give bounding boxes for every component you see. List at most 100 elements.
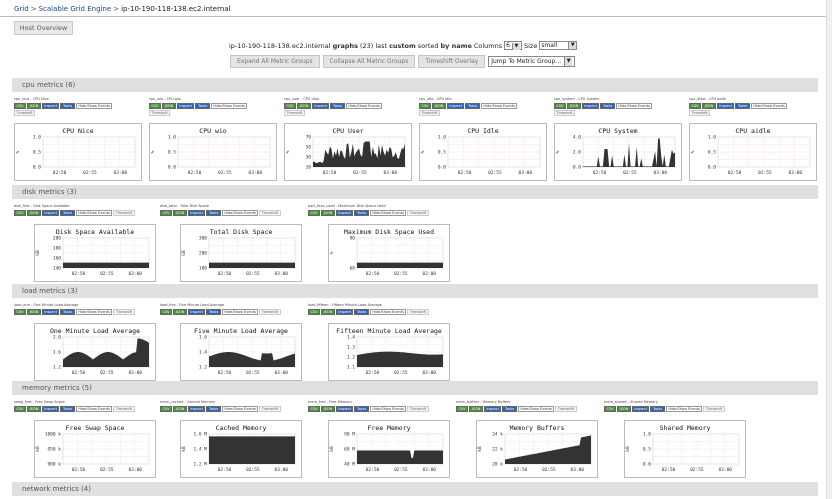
- tasks-button[interactable]: Tasks: [465, 103, 480, 109]
- json-button[interactable]: JSON: [321, 210, 335, 216]
- timeshift-button[interactable]: Timeshift: [113, 309, 135, 315]
- metric-graph[interactable]: Disk Space Available 200 180 160 140 GB 02:50 0…: [34, 224, 156, 282]
- csv-button[interactable]: CSV: [308, 406, 321, 412]
- csv-button[interactable]: CSV: [160, 309, 173, 315]
- inspect-button[interactable]: Inspect: [631, 406, 650, 412]
- timeshift-button[interactable]: Timeshift: [555, 406, 577, 412]
- json-button[interactable]: JSON: [469, 406, 483, 412]
- metric-graph[interactable]: Cached Memory 1.6 M 1.4 M 1.2 MkB 02:50 02:55…: [180, 420, 302, 478]
- collapse-all-button[interactable]: Collapse All Metric Groups: [322, 55, 416, 68]
- json-button[interactable]: JSON: [173, 406, 187, 412]
- metric-graph[interactable]: Shared Memory 1.0 0.5 0.0 kB 02:50 02:55 03:00: [624, 420, 746, 478]
- json-button[interactable]: JSON: [27, 406, 41, 412]
- metric-group-header[interactable]: disk metrics (3): [12, 185, 818, 199]
- json-button[interactable]: JSON: [162, 103, 176, 109]
- inspect-button[interactable]: Inspect: [187, 309, 206, 315]
- jump-to-metric-group-select[interactable]: Jump To Metric Group... ▼: [488, 56, 576, 67]
- hide-show-events-button[interactable]: Hide/Show Events: [750, 103, 788, 109]
- inspect-button[interactable]: Inspect: [446, 103, 465, 109]
- csv-button[interactable]: CSV: [149, 103, 162, 109]
- hide-show-events-button[interactable]: Hide/Show Events: [75, 103, 113, 109]
- csv-button[interactable]: CSV: [308, 210, 321, 216]
- breadcrumb-engine-link[interactable]: Scalable Grid Engine: [39, 5, 112, 13]
- timeshift-button[interactable]: Timeshift: [259, 406, 281, 412]
- timeshift-button[interactable]: Timeshift: [407, 210, 429, 216]
- scrollbar[interactable]: [826, 0, 832, 499]
- hide-show-events-button[interactable]: Hide/Show Events: [75, 309, 113, 315]
- expand-all-button[interactable]: Expand All Metric Groups: [230, 55, 320, 68]
- timeshift-button[interactable]: Timeshift: [703, 406, 725, 412]
- timeshift-button[interactable]: Timeshift: [689, 110, 711, 116]
- timeshift-button[interactable]: Timeshift: [113, 210, 135, 216]
- timeshift-button[interactable]: Timeshift: [259, 309, 281, 315]
- tasks-button[interactable]: Tasks: [60, 406, 75, 412]
- tasks-button[interactable]: Tasks: [206, 309, 221, 315]
- tasks-button[interactable]: Tasks: [354, 210, 369, 216]
- hide-show-events-button[interactable]: Hide/Show Events: [480, 103, 518, 109]
- csv-button[interactable]: CSV: [419, 103, 432, 109]
- csv-button[interactable]: CSV: [284, 103, 297, 109]
- timeshift-button[interactable]: Timeshift: [259, 210, 281, 216]
- json-button[interactable]: JSON: [567, 103, 581, 109]
- json-button[interactable]: JSON: [702, 103, 716, 109]
- metric-graph[interactable]: Maximum Disk Space Used 90 60% 02:50 02:55 03…: [328, 224, 450, 282]
- metric-graph[interactable]: CPU aidle 1.0 0.5 0.0% 02:50 02:55 03:00: [689, 123, 817, 181]
- metric-graph[interactable]: Free Memory 90 M 60 M 40 MkB 02:50 02:55 03:00: [328, 420, 450, 478]
- inspect-button[interactable]: Inspect: [311, 103, 330, 109]
- size-select[interactable]: small ▼: [539, 41, 578, 50]
- hide-show-events-button[interactable]: Hide/Show Events: [75, 210, 113, 216]
- tasks-button[interactable]: Tasks: [60, 103, 75, 109]
- timeshift-button[interactable]: Timeshift: [419, 110, 441, 116]
- timeshift-button[interactable]: Timeshift: [113, 406, 135, 412]
- json-button[interactable]: JSON: [321, 406, 335, 412]
- json-button[interactable]: JSON: [27, 309, 41, 315]
- inspect-button[interactable]: Inspect: [581, 103, 600, 109]
- timeshift-overlay-button[interactable]: Timeshift Overlay: [418, 55, 486, 68]
- inspect-button[interactable]: Inspect: [716, 103, 735, 109]
- inspect-button[interactable]: Inspect: [41, 103, 60, 109]
- json-button[interactable]: JSON: [321, 309, 335, 315]
- csv-button[interactable]: CSV: [14, 406, 27, 412]
- metric-graph[interactable]: Total Disk Space 300 200 100 GB 02:50 02:55 03:…: [180, 224, 302, 282]
- tasks-button[interactable]: Tasks: [502, 406, 517, 412]
- metric-graph[interactable]: CPU Nice 1.0 0.5 0.0% 02:50 02:55 03:00: [14, 123, 142, 181]
- hide-show-events-button[interactable]: Hide/Show Events: [665, 406, 703, 412]
- tasks-button[interactable]: Tasks: [60, 210, 75, 216]
- metric-group-header[interactable]: cpu metrics (6): [12, 78, 818, 92]
- inspect-button[interactable]: Inspect: [41, 309, 60, 315]
- hide-show-events-button[interactable]: Hide/Show Events: [369, 210, 407, 216]
- tasks-button[interactable]: Tasks: [354, 406, 369, 412]
- columns-select[interactable]: 6 ▼: [504, 41, 522, 50]
- timeshift-button[interactable]: Timeshift: [149, 110, 171, 116]
- hide-show-events-button[interactable]: Hide/Show Events: [517, 406, 555, 412]
- csv-button[interactable]: CSV: [456, 406, 469, 412]
- timeshift-button[interactable]: Timeshift: [554, 110, 576, 116]
- csv-button[interactable]: CSV: [308, 309, 321, 315]
- tasks-button[interactable]: Tasks: [600, 103, 615, 109]
- csv-button[interactable]: CSV: [160, 406, 173, 412]
- metric-graph[interactable]: CPU User 70 50 30 10% 02:50 02:55 03:00: [284, 123, 412, 181]
- csv-button[interactable]: CSV: [160, 210, 173, 216]
- tasks-button[interactable]: Tasks: [354, 309, 369, 315]
- inspect-button[interactable]: Inspect: [335, 309, 354, 315]
- metric-graph[interactable]: Fifteen Minute Load Average 1.4 1.3 1.2 1.1 0…: [328, 323, 450, 381]
- inspect-button[interactable]: Inspect: [335, 210, 354, 216]
- hide-show-events-button[interactable]: Hide/Show Events: [345, 103, 383, 109]
- metric-graph[interactable]: Free Swap Space 1000 k 950 k 900 k kB 02:50 02…: [34, 420, 156, 478]
- hide-show-events-button[interactable]: Hide/Show Events: [210, 103, 248, 109]
- csv-button[interactable]: CSV: [689, 103, 702, 109]
- json-button[interactable]: JSON: [617, 406, 631, 412]
- metric-graph[interactable]: CPU Idle 1.0 0.5 0.0% 02:50 02:55 03:00: [419, 123, 547, 181]
- metric-graph[interactable]: CPU wio 1.0 0.5 0.0% 02:50 02:55 03:00: [149, 123, 277, 181]
- hide-show-events-button[interactable]: Hide/Show Events: [221, 406, 259, 412]
- tasks-button[interactable]: Tasks: [195, 103, 210, 109]
- json-button[interactable]: JSON: [297, 103, 311, 109]
- hide-show-events-button[interactable]: Hide/Show Events: [221, 309, 259, 315]
- hide-show-events-button[interactable]: Hide/Show Events: [369, 406, 407, 412]
- hide-show-events-button[interactable]: Hide/Show Events: [221, 210, 259, 216]
- tasks-button[interactable]: Tasks: [330, 103, 345, 109]
- inspect-button[interactable]: Inspect: [483, 406, 502, 412]
- json-button[interactable]: JSON: [432, 103, 446, 109]
- timeshift-button[interactable]: Timeshift: [284, 110, 306, 116]
- tasks-button[interactable]: Tasks: [650, 406, 665, 412]
